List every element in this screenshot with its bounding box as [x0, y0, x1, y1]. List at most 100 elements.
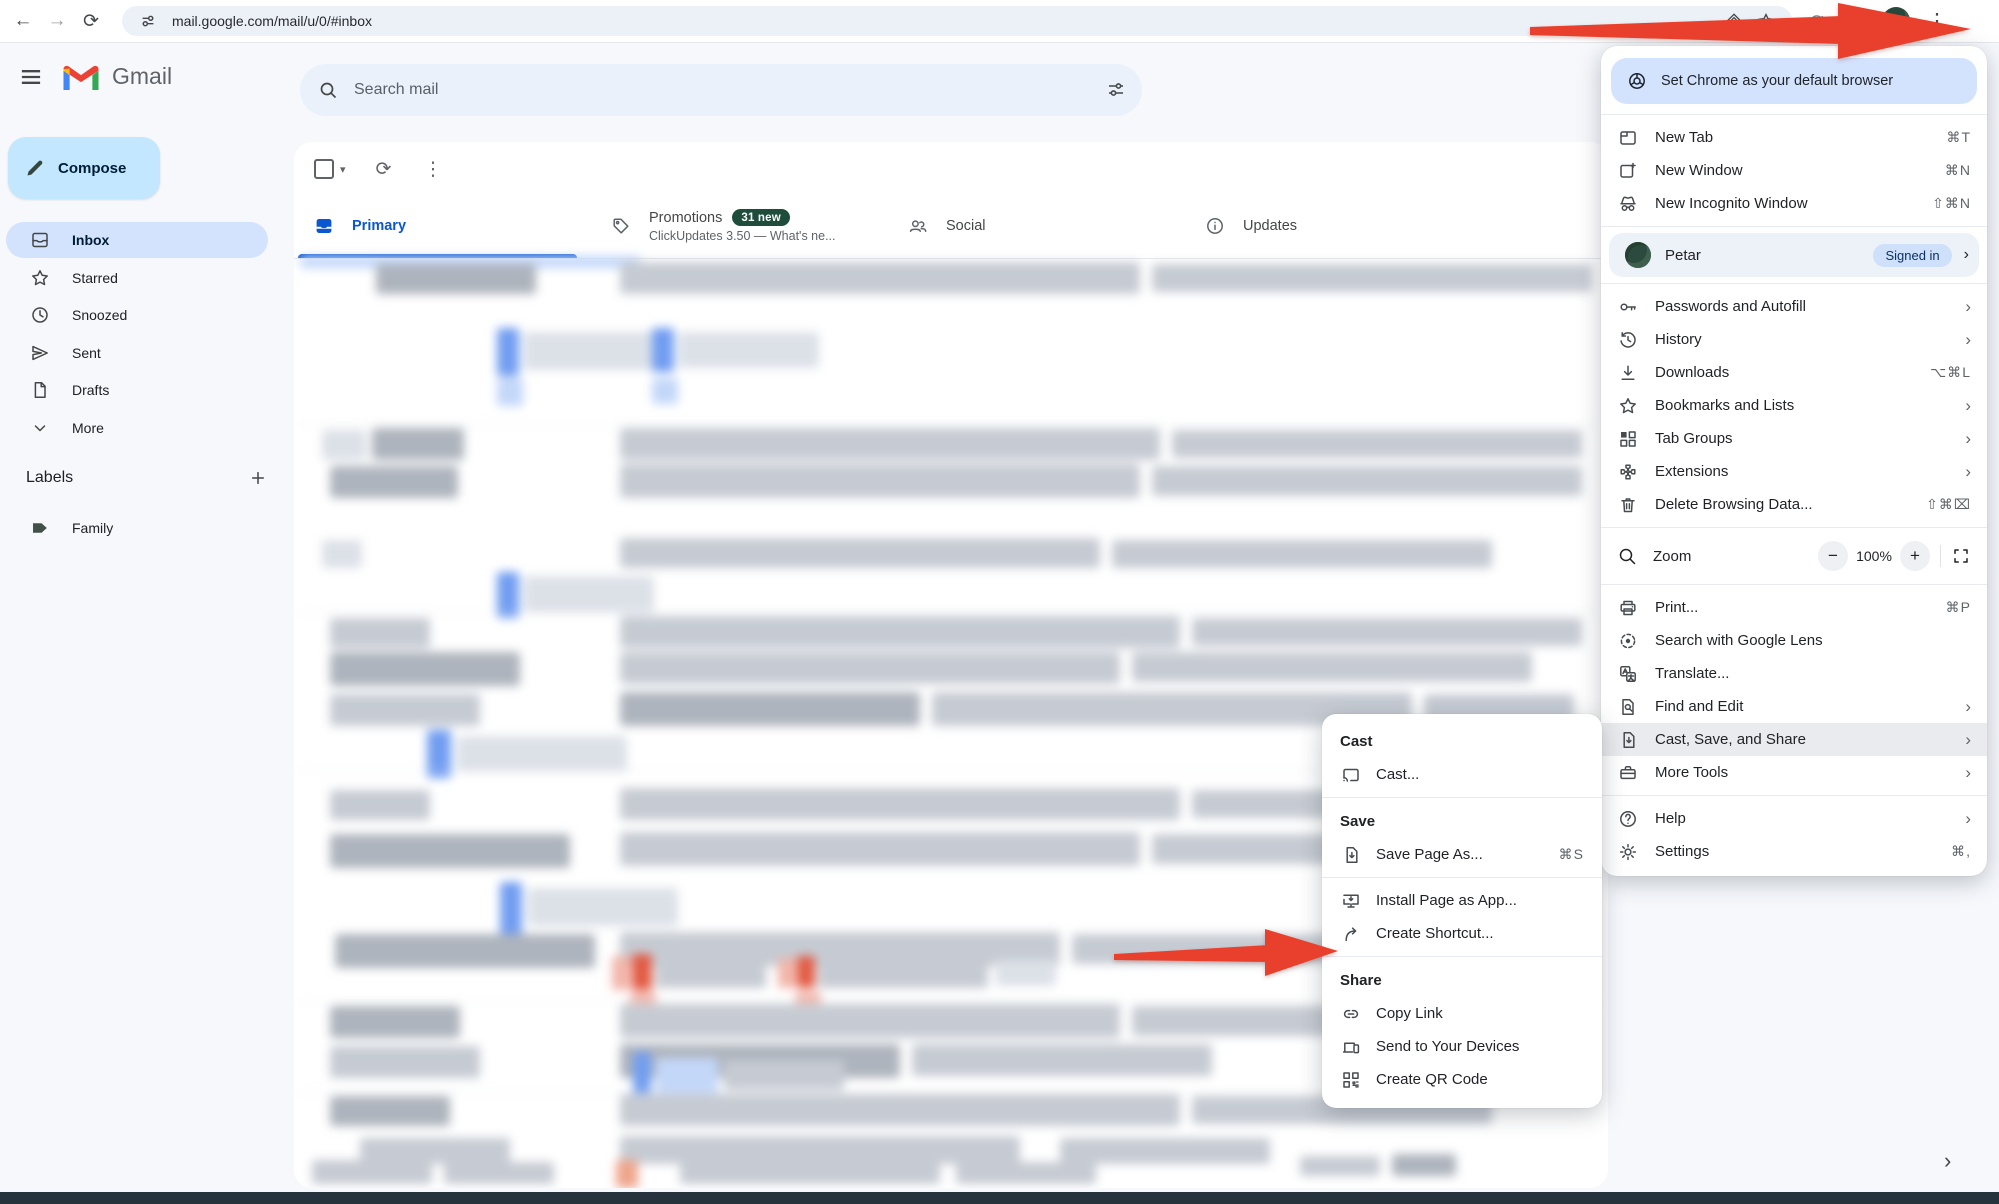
- sidebar-label-family[interactable]: Family: [6, 510, 268, 546]
- star-icon: [1617, 396, 1639, 416]
- menu-item-create-shortcut[interactable]: Create Shortcut...: [1322, 917, 1602, 950]
- blurred-content-block: [1152, 264, 1592, 292]
- site-info-icon[interactable]: [139, 12, 157, 30]
- clock-icon: [30, 305, 50, 325]
- menu-item-extensions[interactable]: Extensions›: [1601, 455, 1987, 488]
- submenu-section-header-cast: Cast: [1322, 724, 1602, 758]
- menu-item-label: Downloads: [1655, 364, 1930, 381]
- menu-item-label: Passwords and Autofill: [1655, 298, 1965, 315]
- menu-item-label: Tab Groups: [1655, 430, 1965, 447]
- fullscreen-icon[interactable]: [1951, 546, 1971, 566]
- menu-item-install-page-as-app[interactable]: Install Page as App...: [1322, 884, 1602, 917]
- gmail-search-bar[interactable]: [300, 64, 1142, 116]
- blurred-content-block: [524, 576, 654, 612]
- menu-item-bookmarks-and-lists[interactable]: Bookmarks and Lists›: [1601, 389, 1987, 422]
- blurred-content-block: [620, 262, 1140, 294]
- sidebar-item-inbox[interactable]: Inbox: [6, 222, 268, 258]
- blurred-content-block: [620, 616, 1180, 648]
- blurred-content-block: [620, 652, 1120, 684]
- forward-icon[interactable]: →: [40, 10, 74, 32]
- gmail-logo: Gmail: [60, 60, 172, 92]
- blurred-content-block: [620, 1094, 1180, 1126]
- blurred-content-block: [620, 538, 1100, 568]
- history-icon: [1617, 330, 1639, 350]
- label-name: Family: [72, 520, 113, 536]
- blurred-content-block: [1152, 466, 1582, 496]
- blurred-content-block: [330, 790, 430, 820]
- menu-item-label: More Tools: [1655, 764, 1965, 781]
- menu-item-find-and-edit[interactable]: Find and Edit›: [1601, 690, 1987, 723]
- menu-item-label: Create QR Code: [1376, 1071, 1584, 1088]
- menu-item-delete-browsing-data[interactable]: Delete Browsing Data...⇧⌘⌧: [1601, 488, 1987, 521]
- puzzle-icon: [1617, 462, 1639, 482]
- menu-item-settings[interactable]: Settings⌘,: [1601, 835, 1987, 868]
- menu-item-downloads[interactable]: Downloads⌥⌘L: [1601, 356, 1987, 389]
- sidebar-item-snoozed[interactable]: Snoozed: [6, 297, 268, 333]
- menu-item-passwords-and-autofill[interactable]: Passwords and Autofill›: [1601, 290, 1987, 323]
- chevron-right-icon: ›: [1965, 697, 1971, 717]
- blurred-content-block: [620, 692, 920, 726]
- menu-item-tab-groups[interactable]: Tab Groups›: [1601, 422, 1987, 455]
- url-text[interactable]: mail.google.com/mail/u/0/#inbox: [172, 13, 1718, 29]
- blurred-content-block: [372, 428, 464, 460]
- menu-item-cast[interactable]: Cast...: [1322, 758, 1602, 791]
- menu-divider: [1601, 584, 1987, 585]
- magnifier-icon: [1617, 546, 1637, 566]
- pencil-icon: [24, 157, 46, 179]
- menu-divider: [1601, 114, 1987, 115]
- sidebar-item-more[interactable]: More: [6, 410, 268, 446]
- compose-button[interactable]: Compose: [8, 137, 160, 199]
- hamburger-icon[interactable]: [18, 64, 44, 90]
- menu-divider: [1601, 795, 1987, 796]
- menu-item-copy-link[interactable]: Copy Link: [1322, 997, 1602, 1030]
- search-input[interactable]: [352, 80, 1090, 100]
- search-filter-icon[interactable]: [1106, 80, 1126, 100]
- menu-item-search-with-google-lens[interactable]: Search with Google Lens: [1601, 624, 1987, 657]
- set-default-browser-banner[interactable]: Set Chrome as your default browser: [1611, 58, 1977, 104]
- gmail-m-icon: [60, 60, 102, 92]
- blurred-content-block: [528, 888, 678, 926]
- profile-name: Petar: [1665, 247, 1873, 264]
- menu-item-save-page-as[interactable]: Save Page As...⌘S: [1322, 838, 1602, 871]
- blurred-content-block: [656, 958, 766, 988]
- menu-item-new-window[interactable]: New Window⌘N: [1601, 154, 1987, 187]
- menu-item-label: Help: [1655, 810, 1965, 827]
- menu-item-help[interactable]: Help›: [1601, 802, 1987, 835]
- zoom-in-button[interactable]: +: [1900, 541, 1930, 571]
- create-label-button[interactable]: [240, 460, 276, 496]
- blurred-content-block: [1132, 652, 1532, 682]
- zoom-separator: [1940, 545, 1941, 567]
- menu-item-send-to-your-devices[interactable]: Send to Your Devices: [1322, 1030, 1602, 1063]
- label-tag-icon: [30, 518, 50, 538]
- profile-menu-item[interactable]: Petar Signed in ›: [1609, 233, 1979, 277]
- blurred-content-block: [620, 464, 1140, 498]
- zoom-out-button[interactable]: −: [1818, 541, 1848, 571]
- menu-item-new-incognito-window[interactable]: New Incognito Window⇧⌘N: [1601, 187, 1987, 220]
- chrome-icon: [1627, 71, 1647, 91]
- shortcut-accelerator: ⇧⌘N: [1932, 195, 1971, 212]
- devices-icon: [1340, 1037, 1362, 1057]
- sidebar-item-starred[interactable]: Starred: [6, 260, 268, 296]
- search-icon[interactable]: [318, 80, 338, 100]
- menu-item-label: Search with Google Lens: [1655, 632, 1971, 649]
- sidebar-item-drafts[interactable]: Drafts: [6, 372, 268, 408]
- reload-icon[interactable]: ⟳: [74, 10, 108, 33]
- annotation-arrow-to-create-shortcut: [1113, 922, 1340, 980]
- menu-item-history[interactable]: History›: [1601, 323, 1987, 356]
- menu-item-print[interactable]: Print...⌘P: [1601, 591, 1987, 624]
- zoom-level: 100%: [1848, 548, 1900, 564]
- menu-item-more-tools[interactable]: More Tools›: [1601, 756, 1987, 789]
- back-icon[interactable]: ←: [6, 10, 40, 32]
- menu-item-label: Settings: [1655, 843, 1951, 860]
- sidebar-item-label: Starred: [72, 270, 118, 286]
- menu-item-new-tab[interactable]: New Tab⌘T: [1601, 121, 1987, 154]
- sidebar-item-sent[interactable]: Sent: [6, 335, 268, 371]
- tab-groups-icon: [1617, 429, 1639, 449]
- menu-item-create-qr-code[interactable]: Create QR Code: [1322, 1063, 1602, 1096]
- menu-item-cast-save-and-share[interactable]: Cast, Save, and Share›: [1601, 723, 1987, 756]
- menu-item-translate[interactable]: Translate...: [1601, 657, 1987, 690]
- send-icon: [30, 343, 50, 363]
- draft-icon: [30, 380, 50, 400]
- side-panel-toggle-icon[interactable]: ›: [1944, 1148, 1951, 1174]
- blurred-content-block: [724, 1060, 844, 1090]
